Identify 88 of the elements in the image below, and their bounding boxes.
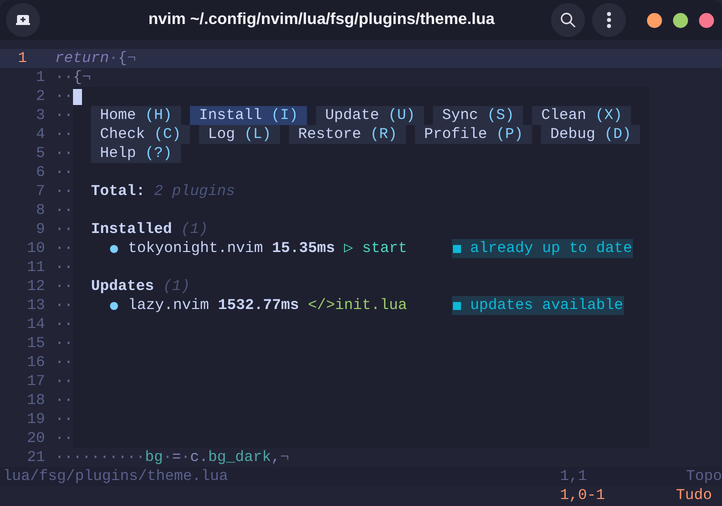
new-tab-button[interactable] xyxy=(6,3,40,37)
line-number: 9 xyxy=(34,220,46,239)
code-line: ·· xyxy=(55,258,74,277)
window-title: nvim ~/.config/nvim/lua/fsg/plugins/theme.lua xyxy=(147,11,496,29)
line-number: 4 xyxy=(34,125,46,144)
line-number: 3 xyxy=(34,106,46,125)
menu-tab[interactable]: Restore (R) xyxy=(289,125,406,144)
menu-tab[interactable]: Debug (D) xyxy=(541,125,640,144)
code-line: return·{¬ xyxy=(55,49,136,68)
line-number: 20 xyxy=(26,429,46,448)
search-button[interactable] xyxy=(551,3,585,37)
line-number: 13 xyxy=(26,296,46,315)
menu-tab[interactable]: Home (H) xyxy=(91,106,182,125)
code-line: ·· xyxy=(55,429,74,448)
menu-tab[interactable]: Help (?) xyxy=(91,144,182,163)
scroll-position: Tudo xyxy=(676,486,714,505)
line-number: 19 xyxy=(26,410,46,429)
code-line: ·· xyxy=(55,391,74,410)
file-path: lua/fsg/plugins/theme.lua xyxy=(2,467,230,486)
plugin-source: ▷ start xyxy=(344,239,408,258)
line-number: 10 xyxy=(26,239,46,258)
menu-tab[interactable]: Check (C) xyxy=(91,125,190,144)
code-line: ··{¬ xyxy=(55,68,92,87)
line-number: 7 xyxy=(34,182,46,201)
code-line: ·· xyxy=(55,334,74,353)
code-line: ·· xyxy=(55,87,74,106)
menu-button[interactable] xyxy=(592,3,626,37)
load-time: 1532.77ms xyxy=(218,296,300,315)
load-time: 15.35ms xyxy=(272,239,336,258)
menu-icon xyxy=(607,12,611,28)
code-line: ·· xyxy=(55,315,74,334)
line-number: 12 xyxy=(26,277,46,296)
code-line: ·· xyxy=(55,201,74,220)
code-line: ·· xyxy=(55,220,74,239)
plugin-name: tokyonight.nvim xyxy=(128,239,264,258)
maximize-button[interactable] xyxy=(673,12,688,28)
minimize-button[interactable] xyxy=(647,12,662,28)
code-line: ··········bg·=·c.bg_dark,¬ xyxy=(55,448,290,467)
line-number: 8 xyxy=(34,201,46,220)
new-tab-icon xyxy=(16,13,30,27)
line-number: 16 xyxy=(26,353,46,372)
code-line: ·· xyxy=(55,277,74,296)
menu-tab[interactable]: Profile (P) xyxy=(415,125,532,144)
scroll-position: Topo xyxy=(686,467,722,486)
code-line: ·· xyxy=(55,410,74,429)
code-line: ·· xyxy=(55,372,74,391)
line-number: 17 xyxy=(26,372,46,391)
line-number: 11 xyxy=(26,258,46,277)
section-count: (1) xyxy=(181,220,208,239)
bullet-icon xyxy=(110,244,118,252)
line-number: 21 xyxy=(26,448,46,467)
code-line: ·· xyxy=(55,106,74,125)
line-number: 2 xyxy=(34,87,46,106)
code-line: ·· xyxy=(55,163,74,182)
plugin-name: lazy.nvim xyxy=(128,296,210,315)
line-number: 15 xyxy=(26,334,46,353)
line-number: 18 xyxy=(26,391,46,410)
code-line: ·· xyxy=(55,144,74,163)
section-title: Updates xyxy=(91,277,154,296)
cursor-position: 1,0-1 xyxy=(560,486,606,505)
code-line: ·· xyxy=(55,296,74,315)
search-icon xyxy=(560,12,576,28)
bullet-icon xyxy=(110,302,118,310)
code-line: ·· xyxy=(55,239,74,258)
line-number: 5 xyxy=(34,144,46,163)
total-count: 2 plugins xyxy=(154,182,236,201)
menu-tab[interactable]: Sync (S) xyxy=(433,106,524,125)
line-number: 1 xyxy=(34,68,46,87)
plugin-source: </>init.lua xyxy=(308,296,408,315)
close-button[interactable] xyxy=(699,12,714,28)
total-label: Total: xyxy=(91,182,146,201)
line-number: 6 xyxy=(34,163,46,182)
status-badge: already up to date xyxy=(452,239,634,258)
menu-tab[interactable]: Log (L) xyxy=(199,125,280,144)
menu-tab[interactable]: Clean (X) xyxy=(532,106,632,125)
square-icon xyxy=(453,302,462,310)
cursor-position: 1,1 xyxy=(560,467,588,486)
code-line: ·· xyxy=(55,353,74,372)
section-title: Installed xyxy=(91,220,172,239)
menu-tab[interactable]: Install (I) xyxy=(190,106,308,125)
section-count: (1) xyxy=(163,277,190,296)
line-number: 14 xyxy=(26,315,46,334)
status-badge: updates available xyxy=(452,296,624,315)
code-line: ·· xyxy=(55,125,74,144)
square-icon xyxy=(453,244,462,252)
line-number: 1 xyxy=(17,49,28,68)
menu-tab[interactable]: Update (U) xyxy=(316,106,424,125)
code-line: ·· xyxy=(55,182,74,201)
